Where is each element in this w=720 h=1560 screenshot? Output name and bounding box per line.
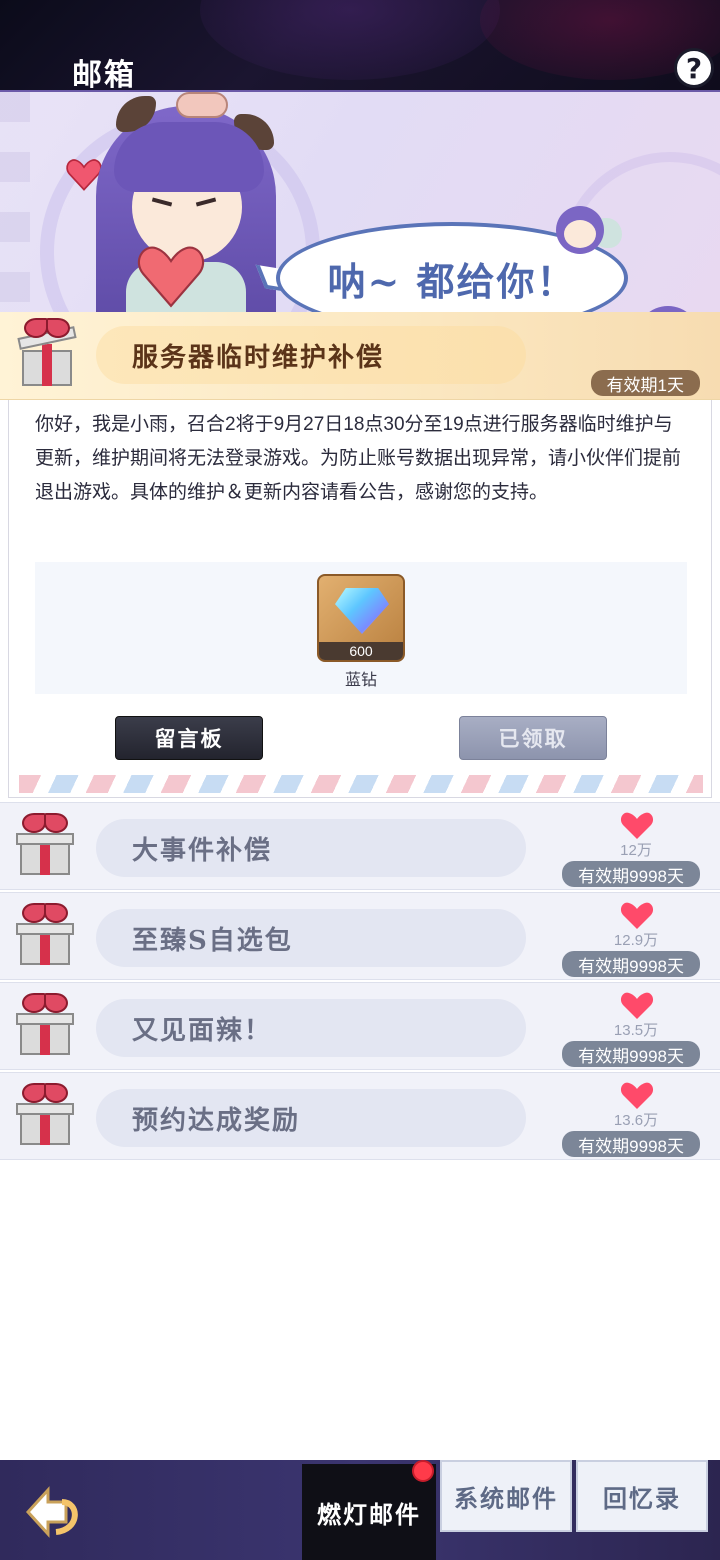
mail-item[interactable]: 又见面辣！ 13.5万 有效期9998天 — [0, 982, 720, 1070]
mail-item-open[interactable]: 服务器临时维护补偿 有效期1天 — [0, 312, 720, 400]
reward-name: 蓝钻 — [344, 672, 377, 689]
tab-system-mail[interactable]: 系统邮件 — [440, 1460, 572, 1532]
airmail-border — [19, 775, 703, 793]
heart-icon — [620, 811, 654, 841]
bottom-bar: 燃灯邮件 系统邮件 回忆录 — [0, 1460, 720, 1560]
heart-icon — [620, 991, 654, 1021]
background-glow — [200, 0, 500, 80]
notification-dot — [412, 1460, 434, 1482]
gift-icon — [14, 993, 76, 1057]
speech-text: 呐~ 都给你！ — [327, 258, 577, 304]
back-arrow-icon[interactable] — [22, 1480, 86, 1544]
top-bar: 邮箱 ? — [0, 0, 720, 90]
mail-title: 至臻S自选包 — [96, 909, 526, 967]
expire-badge: 有效期9998天 — [562, 1131, 700, 1157]
pig-icon — [176, 92, 228, 118]
mailbox-banner: 呐~ 都给你！ — [0, 90, 720, 312]
heart-icon — [137, 246, 205, 308]
reward-count: 600 — [319, 642, 403, 660]
reward-area: 600 蓝钻 — [35, 562, 687, 694]
mail-item[interactable]: 预约达成奖励 13.6万 有效期9998天 — [0, 1072, 720, 1160]
chibi-character — [632, 298, 708, 312]
mail-title: 服务器临时维护补偿 — [96, 326, 526, 384]
message-board-button[interactable]: 留言板 — [115, 716, 263, 760]
mail-item[interactable]: 大事件补偿 12万 有效期9998天 — [0, 802, 720, 890]
mail-title: 预约达成奖励 — [96, 1089, 526, 1147]
likes-count: 12.9万 — [613, 932, 659, 949]
mail-body: 你好，我是小雨，召合2将于9月27日18点30分至19点进行服务器临时维护与更新… — [8, 400, 712, 798]
mail-text: 你好，我是小雨，召合2将于9月27日18点30分至19点进行服务器临时维护与更新… — [35, 414, 682, 503]
mail-title: 大事件补偿 — [96, 819, 526, 877]
page-title: 邮箱 — [72, 58, 136, 90]
heart-icon — [620, 1081, 654, 1111]
open-gift-icon — [16, 318, 78, 388]
reward-item[interactable]: 600 — [317, 574, 405, 662]
expire-badge: 有效期9998天 — [562, 861, 700, 887]
gift-icon — [14, 903, 76, 967]
tab-memory[interactable]: 回忆录 — [576, 1460, 708, 1532]
mail-title: 又见面辣！ — [96, 999, 526, 1057]
expire-badge: 有效期9998天 — [562, 951, 700, 977]
gift-icon — [14, 1083, 76, 1147]
expire-badge: 有效期1天 — [590, 370, 700, 396]
banner-stripe — [0, 92, 30, 312]
gift-icon — [14, 813, 76, 877]
claimed-button[interactable]: 已领取 — [459, 716, 607, 760]
expire-badge: 有效期9998天 — [562, 1041, 700, 1067]
likes-count: 12万 — [620, 842, 652, 859]
mail-item[interactable]: 至臻S自选包 12.9万 有效期9998天 — [0, 892, 720, 980]
chibi-character — [550, 200, 622, 268]
blue-diamond-icon — [335, 588, 389, 634]
likes-count: 13.5万 — [613, 1022, 659, 1039]
heart-icon — [620, 901, 654, 931]
help-button[interactable]: ? — [674, 48, 714, 88]
likes-count: 13.6万 — [613, 1112, 659, 1129]
